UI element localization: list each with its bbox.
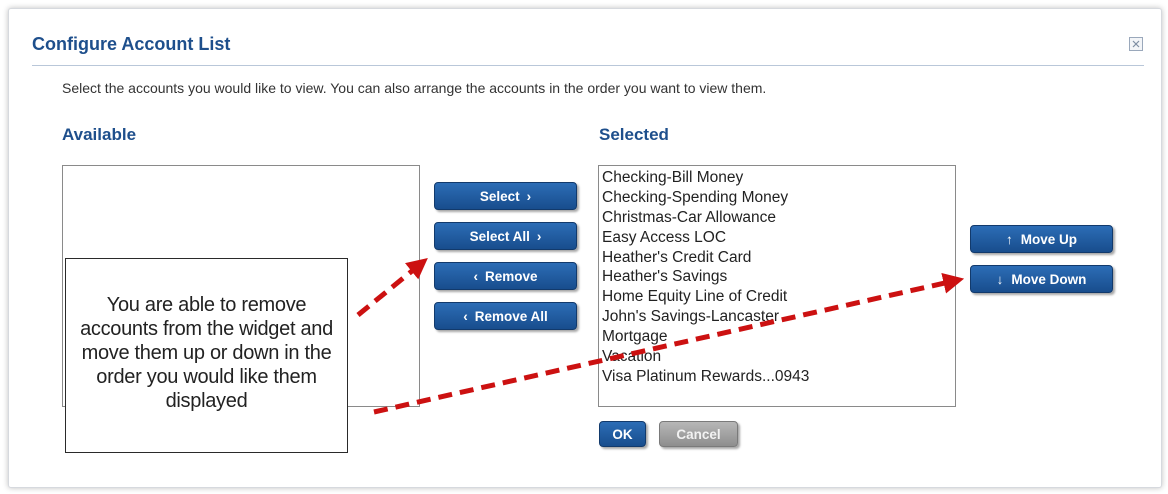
close-icon[interactable] [1129, 37, 1143, 51]
move-down-button[interactable]: ↓ Move Down [970, 265, 1113, 293]
list-item[interactable]: Visa Platinum Rewards...0943 [602, 367, 955, 387]
list-item[interactable]: Heather's Credit Card [602, 248, 955, 268]
selected-label: Selected [599, 125, 669, 144]
title-divider [32, 65, 1144, 66]
chevron-right-icon: › [526, 188, 532, 204]
select-all-button[interactable]: Select All › [434, 222, 577, 250]
list-item[interactable]: Checking-Spending Money [602, 188, 955, 208]
list-item[interactable]: Home Equity Line of Credit [602, 287, 955, 307]
list-item[interactable]: Heather's Savings [602, 267, 955, 287]
list-item[interactable]: Mortgage [602, 327, 955, 347]
remove-all-button-label: Remove All [474, 308, 548, 324]
instructions-text: Select the accounts you would like to vi… [62, 80, 767, 96]
chevron-left-icon: ‹ [473, 268, 478, 284]
move-up-button-label: Move Up [1020, 231, 1077, 247]
list-item[interactable]: Vacation [602, 347, 955, 367]
selected-accounts-list[interactable]: Checking-Bill Money Checking-Spending Mo… [598, 165, 956, 407]
remove-button-label: Remove [484, 268, 538, 284]
list-item[interactable]: Christmas-Car Allowance [602, 208, 955, 228]
remove-button[interactable]: ‹ Remove [434, 262, 577, 290]
list-item[interactable]: Checking-Bill Money [602, 168, 955, 188]
annotation-callout-box: You are able to remove accounts from the… [65, 258, 348, 453]
select-button[interactable]: Select › [434, 182, 577, 210]
select-button-label: Select [479, 188, 520, 204]
move-down-button-label: Move Down [1011, 271, 1087, 287]
ok-button[interactable]: OK [599, 421, 646, 447]
cancel-button[interactable]: Cancel [659, 421, 738, 447]
select-all-button-label: Select All [469, 228, 530, 244]
annotation-callout-text: You are able to remove accounts from the… [80, 294, 333, 412]
available-label: Available [62, 125, 137, 144]
move-up-button[interactable]: ↑ Move Up [970, 225, 1113, 253]
chevron-left-icon: ‹ [463, 308, 468, 324]
list-item[interactable]: Easy Access LOC [602, 228, 955, 248]
arrow-down-icon: ↓ [996, 271, 1004, 287]
chevron-right-icon: › [536, 228, 542, 244]
arrow-up-icon: ↑ [1005, 231, 1013, 247]
dialog-title: Configure Account List [32, 34, 231, 54]
list-item[interactable]: John's Savings-Lancaster [602, 307, 955, 327]
remove-all-button[interactable]: ‹ Remove All [434, 302, 577, 330]
